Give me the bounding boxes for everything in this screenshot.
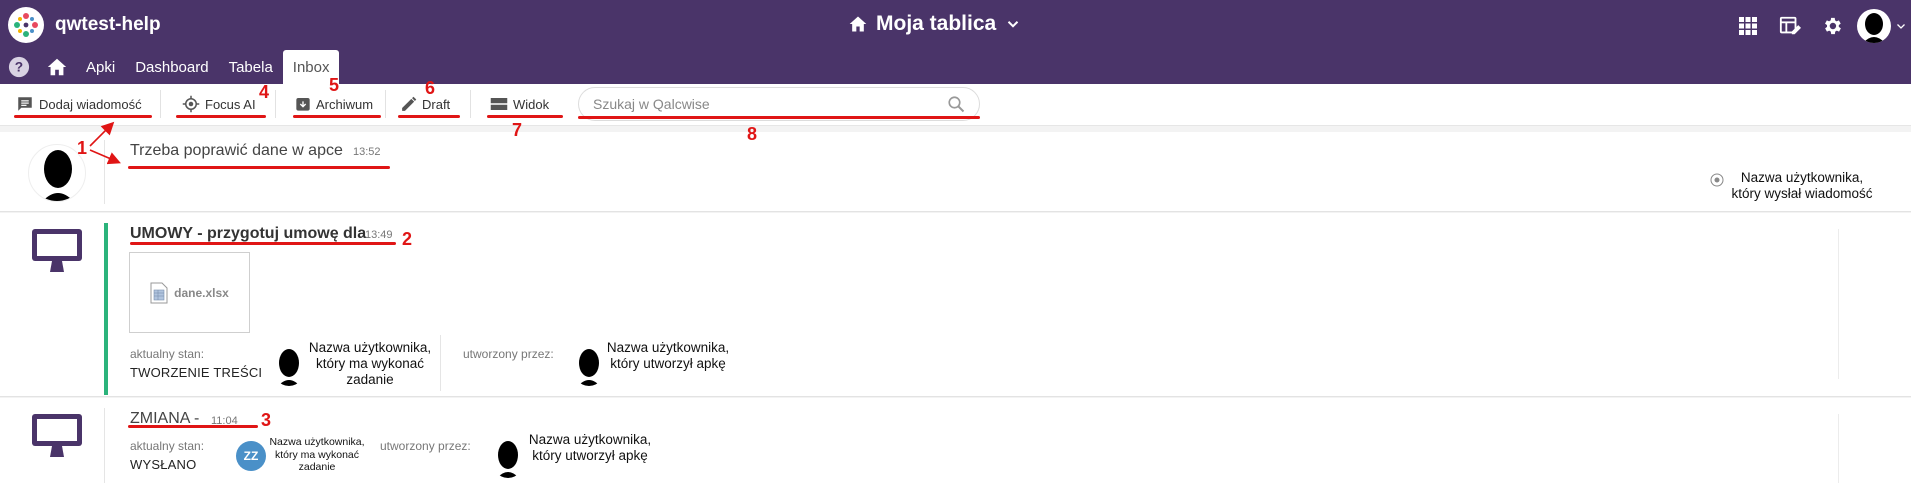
- search-input[interactable]: [593, 96, 947, 112]
- annotation-underline: [128, 166, 390, 169]
- message-item[interactable]: ZMIANA - 11:04 aktualny stan: WYSŁANO ZZ…: [0, 398, 1911, 483]
- user-menu[interactable]: [1853, 5, 1911, 47]
- add-message-label: Dodaj wiadomość: [39, 96, 142, 112]
- archive-icon: [296, 98, 310, 111]
- app-name[interactable]: qwtest-help: [55, 14, 161, 36]
- help-button[interactable]: ?: [0, 50, 38, 84]
- grid-icon: [1739, 17, 1757, 35]
- view-rows-icon: [490, 98, 508, 110]
- spreadsheet-icon: [150, 282, 168, 303]
- toolbar-divider: [385, 90, 386, 118]
- monitor-icon: [32, 414, 82, 457]
- annotation-underline: [176, 115, 266, 118]
- annotation-underline: [14, 115, 152, 118]
- assignee-name: Nazwa użytkownika, który ma wykonać zada…: [269, 436, 365, 473]
- creator-name: Nazwa użytkownika, który utworzył apkę: [606, 340, 730, 371]
- annotation-number: 1: [77, 138, 88, 158]
- accent-bar: [104, 223, 108, 395]
- message-time: 13:49: [365, 229, 393, 241]
- attachment[interactable]: dane.xlsx: [129, 252, 250, 333]
- divider: [1838, 414, 1839, 483]
- focus-ai-button[interactable]: Focus AI: [182, 92, 256, 116]
- divider: [104, 140, 105, 204]
- logo-icon: [14, 13, 38, 37]
- message-time: 13:52: [353, 146, 381, 158]
- divider: [104, 408, 105, 483]
- edit-table-icon: [1779, 16, 1801, 35]
- gear-icon: [1825, 17, 1841, 35]
- message-feed: Trzeba poprawić dane w apce 13:52 Nazwa …: [0, 126, 1911, 483]
- message-item[interactable]: UMOWY - przygotuj umowę dla 13:49 dane.x…: [0, 213, 1911, 397]
- annotation-number: 7: [512, 120, 523, 140]
- board-selector[interactable]: Moja tablica: [848, 12, 1022, 36]
- chevron-down-icon: [1008, 21, 1019, 28]
- avatar: [1857, 9, 1891, 43]
- annotation-underline: [398, 115, 460, 118]
- message-item[interactable]: Trzeba poprawić dane w apce 13:52 Nazwa …: [0, 132, 1911, 212]
- annotation-number: 2: [402, 229, 413, 249]
- archive-label: Archiwum: [316, 96, 374, 112]
- add-message-button[interactable]: Dodaj wiadomość: [16, 92, 142, 116]
- user-silhouette-icon: [1863, 13, 1885, 43]
- tab-tabela[interactable]: Tabela: [219, 50, 283, 84]
- view-button[interactable]: Widok: [490, 92, 549, 116]
- top-bar: qwtest-help Moja tablica ? Apki Dashboar…: [0, 0, 1911, 84]
- creator-label: utworzony przez:: [380, 439, 471, 453]
- state-value: WYSŁANO: [130, 457, 197, 472]
- monitor-icon: [32, 229, 82, 272]
- pencil-icon: [402, 96, 417, 111]
- tab-dashboard[interactable]: Dashboard: [125, 50, 218, 84]
- annotation-underline: [128, 425, 258, 428]
- annotation-number: 8: [747, 124, 758, 144]
- assignee-name: Nazwa użytkownika, który ma wykonać zada…: [308, 340, 432, 387]
- help-icon: ?: [8, 56, 30, 78]
- annotation-number: 3: [261, 410, 272, 430]
- header-actions: [1727, 0, 1911, 52]
- inbox-toolbar: Dodaj wiadomość Focus AI Archiwum Draft …: [0, 84, 1911, 126]
- toolbar-divider: [470, 90, 471, 118]
- settings-button[interactable]: [1811, 5, 1853, 47]
- sender-note: Nazwa użytkownika, który wysłał wiadomoś…: [1731, 170, 1873, 201]
- board-title: Moja tablica: [876, 12, 997, 35]
- chevron-down-icon: [1897, 24, 1905, 29]
- annotation-number: 5: [329, 75, 340, 95]
- message-icon: [18, 97, 32, 111]
- toolbar-divider: [160, 90, 161, 118]
- svg-text:?: ?: [15, 60, 23, 75]
- annotation-underline: [487, 115, 563, 118]
- home-tab[interactable]: [38, 50, 76, 84]
- state-label: aktualny stan:: [130, 347, 205, 361]
- divider: [1838, 229, 1839, 379]
- apps-grid-button[interactable]: [1727, 5, 1769, 47]
- annotation-number: 4: [259, 82, 270, 102]
- message-title[interactable]: UMOWY - przygotuj umowę dla: [130, 225, 366, 243]
- target-icon: [182, 95, 200, 113]
- annotation-underline: [130, 242, 396, 245]
- annotation-underline: [578, 116, 980, 119]
- creator-label: utworzony przez:: [463, 347, 554, 361]
- toolbar-divider: [275, 90, 276, 118]
- state-label: aktualny stan:: [130, 439, 205, 453]
- focus-ai-label: Focus AI: [205, 96, 256, 112]
- nav-tabs: ? Apki Dashboard Tabela Inbox: [0, 50, 340, 84]
- attachment-name: dane.xlsx: [174, 285, 229, 300]
- state-value: TWORZENIE TREŚCI: [130, 365, 263, 380]
- tab-apki[interactable]: Apki: [76, 50, 125, 84]
- view-label: Widok: [513, 96, 550, 112]
- message-title[interactable]: Trzeba poprawić dane w apce: [130, 142, 343, 160]
- home-icon: [47, 58, 67, 76]
- divider: [440, 335, 441, 391]
- app-logo[interactable]: [8, 7, 44, 43]
- annotation-number: 6: [425, 78, 436, 98]
- creator-name: Nazwa użytkownika, który utworzył apkę: [528, 432, 652, 463]
- annotation-underline: [293, 115, 381, 118]
- home-icon: [849, 16, 867, 32]
- search-icon[interactable]: [947, 95, 965, 113]
- edit-layout-button[interactable]: [1769, 5, 1811, 47]
